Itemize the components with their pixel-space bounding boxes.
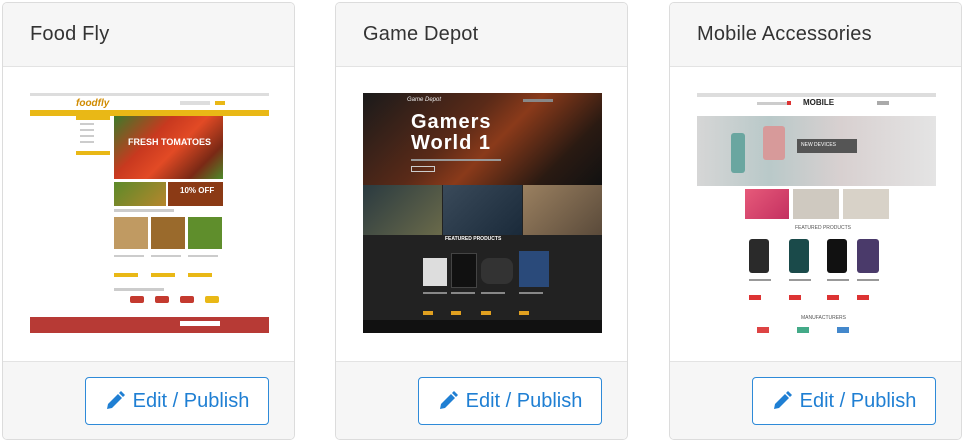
preview-banner-text: NEW DEVICES [801,142,837,148]
template-preview-image[interactable]: foodfly FRESH TOMATOES 10% OFF [30,93,269,333]
card-footer: Edit / Publish [336,362,627,439]
template-preview-image[interactable]: MOBILE NEW DEVICES FEATURED PRODUCTS MAN… [697,93,936,333]
preview-hero-text: FRESH TOMATOES [128,137,212,147]
preview-footer-section: MANUFACTURERS [801,315,847,321]
pencil-icon [106,391,125,409]
card-title: Food Fly [3,3,294,67]
button-label: Edit / Publish [799,389,917,412]
preview-logo: foodfly [76,98,110,109]
preview-hero-line1: Gamers [411,111,492,133]
template-preview-image[interactable]: Game Depot Gamers World 1 FEATURED PRODU… [363,93,602,333]
card-title: Game Depot [336,3,627,67]
template-card-mobile-accessories: Mobile Accessories MOBILE NEW DEVICES FE… [669,2,962,440]
edit-publish-button[interactable]: Edit / Publish [85,377,269,425]
card-body: foodfly FRESH TOMATOES 10% OFF [3,67,294,362]
preview-logo: Game Depot [407,97,442,103]
button-label: Edit / Publish [465,389,583,412]
template-card-game-depot: Game Depot Game Depot Gamers World 1 FEA… [335,2,628,440]
preview-logo: MOBILE [803,98,835,107]
card-body: MOBILE NEW DEVICES FEATURED PRODUCTS MAN… [670,67,961,362]
card-title: Mobile Accessories [670,3,961,67]
preview-hero-line2: World 1 [411,132,491,154]
preview-promo-text: 10% OFF [180,186,215,195]
card-footer: Edit / Publish [3,362,294,439]
preview-section-title: FEATURED PRODUCTS [795,225,852,231]
pencil-icon [439,391,458,409]
card-footer: Edit / Publish [670,362,961,439]
card-body: Game Depot Gamers World 1 FEATURED PRODU… [336,67,627,362]
button-label: Edit / Publish [132,389,250,412]
edit-publish-button[interactable]: Edit / Publish [418,377,602,425]
template-card-food-fly: Food Fly foodfly FRESH TOMATOES 10% OFF [2,2,295,440]
preview-section-title: FEATURED PRODUCTS [445,236,502,242]
edit-publish-button[interactable]: Edit / Publish [752,377,936,425]
pencil-icon [773,391,792,409]
